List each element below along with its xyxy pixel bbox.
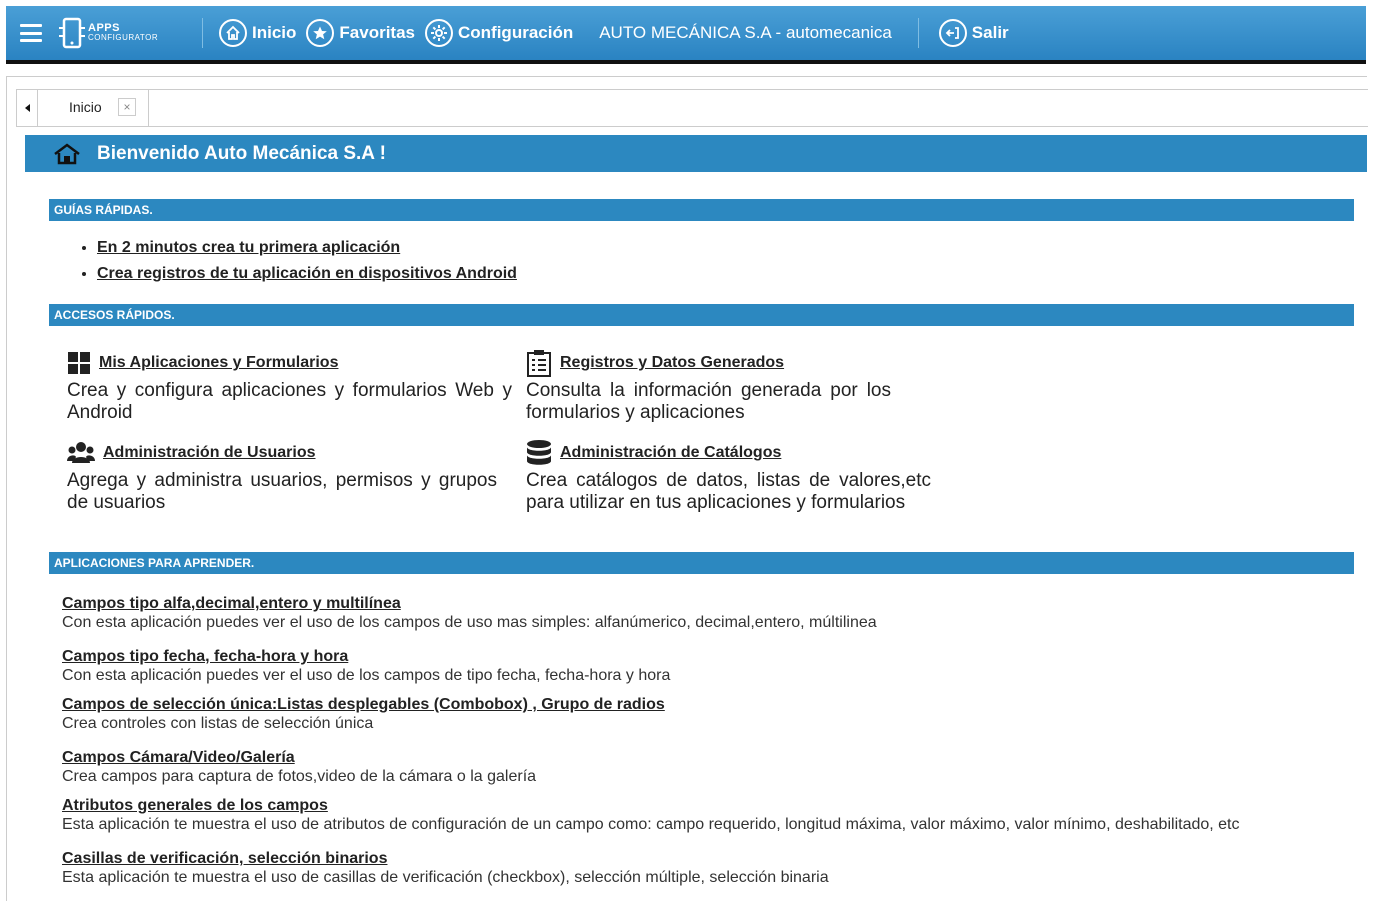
quick-access-desc: Crea catálogos de datos, listas de valor… bbox=[526, 470, 931, 513]
quick-access-desc: Crea y configura aplicaciones y formular… bbox=[67, 380, 512, 423]
nav-inicio-label: Inicio bbox=[252, 23, 297, 42]
app-link-field-attributes[interactable]: Atributos generales de los campos bbox=[62, 797, 1312, 815]
tab-inicio-label: Inicio bbox=[69, 99, 102, 115]
gear-icon bbox=[425, 19, 453, 47]
logo-line1: APPS bbox=[88, 22, 120, 34]
home-icon bbox=[219, 19, 247, 47]
section-apps-header: APLICACIONES PARA APRENDER. bbox=[49, 552, 1354, 574]
database-icon bbox=[527, 440, 551, 465]
welcome-title: Bienvenido Auto Mecánica S.A ! bbox=[97, 142, 386, 164]
phone-logo-icon bbox=[59, 17, 85, 49]
home-outline-icon bbox=[54, 142, 80, 164]
app-link-text-fields[interactable]: Campos tipo alfa,decimal,entero y multil… bbox=[62, 595, 1312, 613]
link-users[interactable]: Administración de Usuarios bbox=[103, 444, 316, 462]
section-access-header: ACCESOS RÁPIDOS. bbox=[49, 304, 1354, 326]
app-desc: Con esta aplicación puedes ver el uso de… bbox=[62, 667, 671, 684]
nav-favoritas-label: Favoritas bbox=[339, 23, 415, 42]
app-desc: Esta aplicación te muestra el uso de cas… bbox=[62, 869, 829, 886]
app-link-checkboxes[interactable]: Casillas de verificación, selección bina… bbox=[62, 850, 1312, 868]
nav-configuracion-label: Configuración bbox=[458, 23, 574, 42]
star-icon bbox=[306, 19, 335, 47]
tab-scroll-left-icon[interactable] bbox=[17, 90, 38, 126]
guide-link-android[interactable]: Crea registros de tu aplicación en dispo… bbox=[97, 265, 517, 282]
app-desc: Esta aplicación te muestra el uso de atr… bbox=[62, 816, 1240, 833]
app-item: Campos de selección única:Listas despleg… bbox=[62, 696, 1312, 733]
list-item: En 2 minutos crea tu primera aplicación bbox=[97, 239, 517, 257]
top-navbar: APPS CONFIGURATOR Inicio Favoritas Confi… bbox=[6, 6, 1366, 64]
guide-link-first-app[interactable]: En 2 minutos crea tu primera aplicación bbox=[97, 239, 400, 256]
app-desc: Crea campos para captura de fotos,video … bbox=[62, 768, 537, 785]
app-desc: Crea controles con listas de selección ú… bbox=[62, 715, 374, 732]
tab-inicio[interactable]: Inicio × bbox=[38, 90, 149, 126]
logo-text: APPS CONFIGURATOR bbox=[88, 23, 158, 43]
section-guides-header: GUÍAS RÁPIDAS. bbox=[49, 199, 1354, 221]
quick-access-apps: Mis Aplicaciones y Formularios Crea y co… bbox=[67, 350, 512, 424]
list-item: Crea registros de tu aplicación en dispo… bbox=[97, 265, 517, 283]
nav-inicio[interactable]: Inicio bbox=[219, 19, 296, 47]
link-records[interactable]: Registros y Datos Generados bbox=[560, 354, 784, 372]
nav-configuracion[interactable]: Configuración bbox=[425, 19, 573, 47]
quick-access-records: Registros y Datos Generados Consulta la … bbox=[526, 350, 891, 424]
app-item: Campos tipo fecha, fecha-hora y hora Con… bbox=[62, 648, 1312, 685]
nav-divider bbox=[917, 18, 919, 48]
app-link-camera-fields[interactable]: Campos Cámara/Video/Galería bbox=[62, 749, 1312, 767]
guides-list: En 2 minutos crea tu primera aplicación … bbox=[79, 239, 517, 291]
app-link-date-fields[interactable]: Campos tipo fecha, fecha-hora y hora bbox=[62, 648, 1312, 666]
app-item: Atributos generales de los campos Esta a… bbox=[62, 797, 1312, 834]
app-item: Casillas de verificación, selección bina… bbox=[62, 850, 1312, 887]
app-item: Campos Cámara/Video/Galería Crea campos … bbox=[62, 749, 1312, 786]
quick-access-users: Administración de Usuarios Agrega y admi… bbox=[67, 440, 497, 514]
logout-button[interactable]: Salir bbox=[938, 19, 1009, 47]
welcome-header: Bienvenido Auto Mecánica S.A ! bbox=[25, 135, 1367, 172]
clipboard-icon bbox=[527, 350, 551, 377]
menu-icon[interactable] bbox=[20, 24, 42, 42]
nav-favoritas[interactable]: Favoritas bbox=[306, 19, 415, 47]
logo-line2: CONFIGURATOR bbox=[88, 33, 159, 42]
quick-access-catalogs: Administración de Catálogos Crea catálog… bbox=[526, 440, 931, 514]
close-icon[interactable]: × bbox=[118, 98, 136, 116]
logout-label: Salir bbox=[971, 23, 1009, 42]
app-logo[interactable]: APPS CONFIGURATOR bbox=[56, 13, 182, 53]
grid-icon bbox=[68, 352, 90, 374]
company-name: AUTO MECÁNICA S.A - automecanica bbox=[599, 23, 892, 42]
users-icon bbox=[67, 442, 95, 463]
main-panel: Inicio × Bienvenido Auto Mecánica S.A ! … bbox=[6, 76, 1368, 901]
quick-access-desc: Agrega y administra usuarios, permisos y… bbox=[67, 470, 497, 513]
app-desc: Con esta aplicación puedes ver el uso de… bbox=[62, 614, 877, 631]
quick-access-desc: Consulta la información generada por los… bbox=[526, 380, 891, 423]
link-my-apps[interactable]: Mis Aplicaciones y Formularios bbox=[99, 354, 338, 372]
logout-icon bbox=[938, 19, 967, 47]
tab-strip: Inicio × bbox=[16, 89, 1368, 127]
app-item: Campos tipo alfa,decimal,entero y multil… bbox=[62, 595, 1312, 632]
nav-divider bbox=[202, 18, 203, 48]
link-catalogs[interactable]: Administración de Catálogos bbox=[560, 444, 781, 462]
app-link-select-fields[interactable]: Campos de selección única:Listas despleg… bbox=[62, 696, 1312, 714]
